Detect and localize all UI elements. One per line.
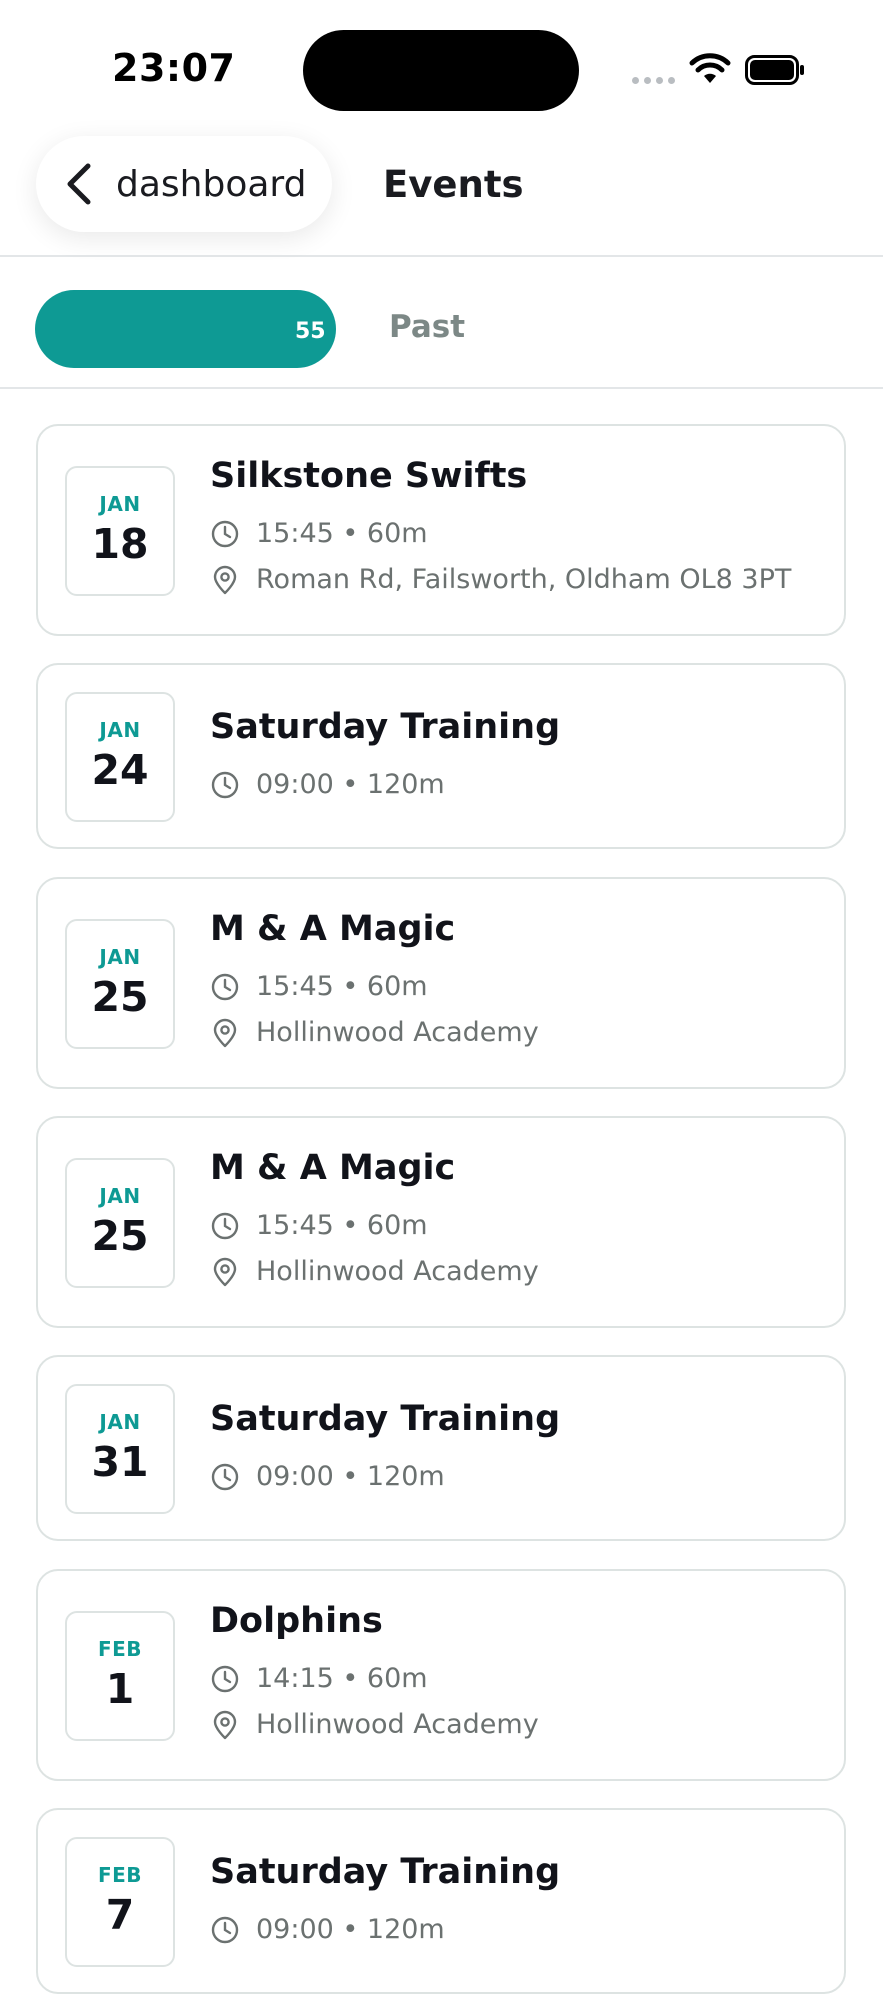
event-time: 15:45 • 60m: [256, 1210, 428, 1241]
event-location-row: Hollinwood Academy: [210, 1256, 539, 1287]
event-date-box: JAN 25: [65, 919, 175, 1049]
location-pin-icon: [213, 565, 237, 594]
event-time: 14:15 • 60m: [256, 1663, 428, 1694]
event-time-row: 09:00 • 120m: [210, 769, 445, 800]
event-title: M & A Magic: [210, 1148, 456, 1188]
event-day: 25: [91, 973, 149, 1021]
event-location: Hollinwood Academy: [256, 1709, 539, 1740]
battery-icon: [745, 55, 804, 85]
event-month: JAN: [99, 1410, 141, 1434]
event-month: JAN: [99, 718, 141, 742]
event-title: Dolphins: [210, 1601, 383, 1641]
event-title: Saturday Training: [210, 1399, 561, 1439]
event-card[interactable]: JAN 31 Saturday Training 09:00 • 120m: [36, 1355, 846, 1541]
event-location-row: Hollinwood Academy: [210, 1017, 539, 1048]
event-month: JAN: [99, 1184, 141, 1208]
event-month: JAN: [99, 492, 141, 516]
event-title: Saturday Training: [210, 1852, 561, 1892]
cellular-signal-icon: [632, 77, 675, 84]
event-card[interactable]: JAN 24 Saturday Training 09:00 • 120m: [36, 663, 846, 849]
event-day: 18: [91, 520, 149, 568]
event-time-row: 09:00 • 120m: [210, 1914, 445, 1945]
navigation-header: dashboard Events: [0, 130, 883, 257]
event-time: 15:45 • 60m: [256, 518, 428, 549]
clock-icon: [211, 1212, 239, 1239]
event-card[interactable]: FEB 7 Saturday Training 09:00 • 120m: [36, 1808, 846, 1994]
event-month: FEB: [97, 1637, 143, 1661]
event-time: 15:45 • 60m: [256, 971, 428, 1002]
event-time-row: 15:45 • 60m: [210, 971, 428, 1002]
event-location: Hollinwood Academy: [256, 1256, 539, 1287]
location-pin-icon: [213, 1018, 237, 1047]
event-month: FEB: [97, 1863, 143, 1887]
event-date-box: JAN 18: [65, 466, 175, 596]
status-bar: 23:07: [0, 0, 883, 130]
event-time-row: 09:00 • 120m: [210, 1461, 445, 1492]
event-location: Roman Rd, Failsworth, Oldham OL8 3PT: [256, 564, 792, 595]
event-day: 25: [91, 1212, 149, 1260]
status-time: 23:07: [112, 46, 236, 90]
clock-icon: [211, 1463, 239, 1490]
back-button-label: dashboard: [116, 163, 307, 205]
event-time-row: 15:45 • 60m: [210, 518, 428, 549]
event-time-row: 15:45 • 60m: [210, 1210, 428, 1241]
dynamic-island: [303, 30, 579, 111]
event-time: 09:00 • 120m: [256, 1914, 445, 1945]
event-date-box: JAN 31: [65, 1384, 175, 1514]
location-pin-icon: [213, 1710, 237, 1739]
chevron-left-icon: [67, 163, 91, 205]
event-time-row: 14:15 • 60m: [210, 1663, 428, 1694]
event-time: 09:00 • 120m: [256, 1461, 445, 1492]
event-date-box: FEB 7: [65, 1837, 175, 1967]
event-tabs: 55 Past: [0, 256, 883, 389]
tab-upcoming-count-badge: 55: [295, 319, 326, 344]
tab-upcoming[interactable]: 55: [35, 290, 336, 368]
event-card[interactable]: JAN 25 M & A Magic 15:45 • 60m Hollinwoo…: [36, 1116, 846, 1328]
event-date-box: JAN 25: [65, 1158, 175, 1288]
event-location: Hollinwood Academy: [256, 1017, 539, 1048]
clock-icon: [211, 771, 239, 798]
event-card[interactable]: JAN 18 Silkstone Swifts 15:45 • 60m Roma…: [36, 424, 846, 636]
location-pin-icon: [213, 1257, 237, 1286]
event-title: M & A Magic: [210, 909, 456, 949]
event-date-box: JAN 24: [65, 692, 175, 822]
event-title: Silkstone Swifts: [210, 456, 528, 496]
event-day: 7: [105, 1891, 135, 1939]
event-day: 31: [91, 1438, 149, 1486]
event-location-row: Roman Rd, Failsworth, Oldham OL8 3PT: [210, 564, 791, 595]
event-date-box: FEB 1: [65, 1611, 175, 1741]
clock-icon: [211, 1665, 239, 1692]
event-day: 24: [91, 746, 149, 794]
event-month: JAN: [99, 945, 141, 969]
clock-icon: [211, 1916, 239, 1943]
event-day: 1: [105, 1665, 135, 1713]
event-location-row: Hollinwood Academy: [210, 1709, 539, 1740]
clock-icon: [211, 973, 239, 1000]
event-time: 09:00 • 120m: [256, 769, 445, 800]
event-title: Saturday Training: [210, 707, 561, 747]
event-card[interactable]: JAN 25 M & A Magic 15:45 • 60m Hollinwoo…: [36, 877, 846, 1089]
tab-past[interactable]: Past: [389, 309, 465, 345]
wifi-icon: [689, 53, 731, 83]
clock-icon: [211, 520, 239, 547]
event-card[interactable]: FEB 1 Dolphins 14:15 • 60m Hollinwood Ac…: [36, 1569, 846, 1781]
back-button[interactable]: dashboard: [36, 136, 332, 232]
page-title: Events: [383, 163, 524, 206]
